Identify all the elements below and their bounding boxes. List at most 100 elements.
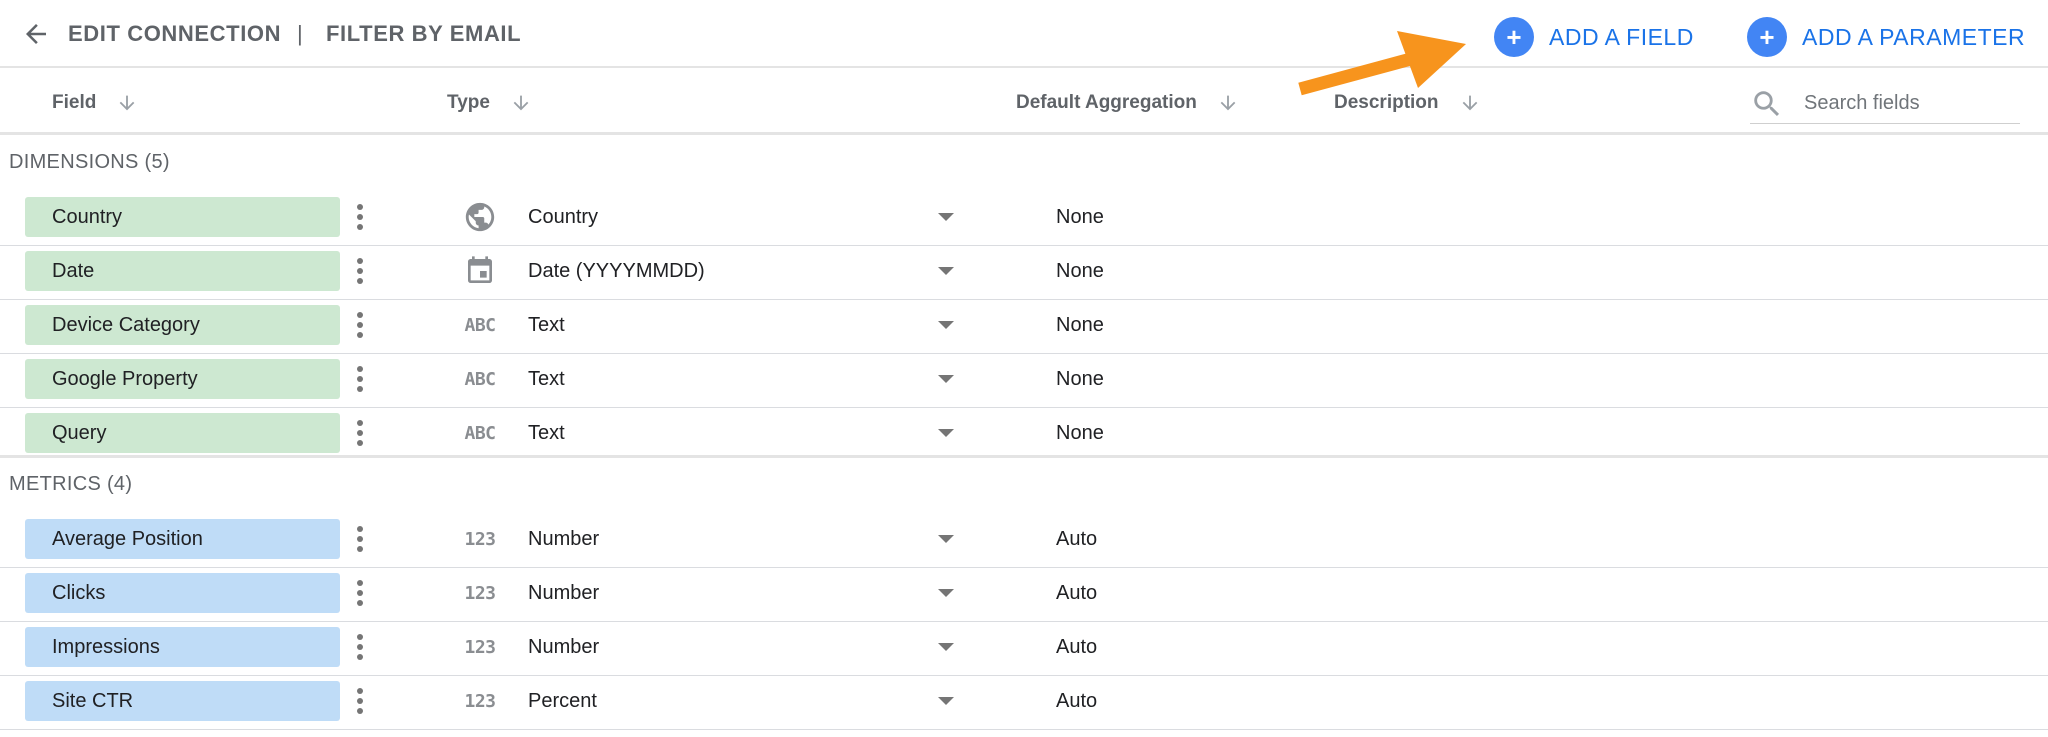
column-header-default-aggregation[interactable]: Default Aggregation [1016,92,1239,114]
column-header-label: Default Aggregation [1016,92,1197,113]
number-type-icon: 123 [464,636,496,658]
aggregation-value: Auto [1056,690,1098,712]
aggregation-value: Auto [1056,636,1098,658]
metric-row-clicks: Clicks 123 Number Auto [0,568,2048,622]
metric-row-impressions: Impressions 123 Number Auto [0,622,2048,676]
type-dropdown-value: Date (YYYYMMDD) [528,259,705,282]
arrow-drop-down-icon [938,267,954,275]
arrow-down-icon [116,92,138,114]
dimension-row-country: Country Country None [0,192,2048,246]
metric-row-average-position: Average Position 123 Number Auto [0,514,2048,568]
arrow-drop-down-icon [938,213,954,221]
arrow-drop-down-icon [938,535,954,543]
breadcrumb-edit-connection[interactable]: EDIT CONNECTION [68,20,281,48]
aggregation-value: Auto [1056,528,1098,550]
arrow-left-icon [26,24,46,44]
dimension-row-device-category: Device Category ABC Text None [0,300,2048,354]
aggregation-value: None [1056,260,1104,282]
more-vert-icon[interactable] [350,200,370,234]
column-header-label: Description [1334,92,1439,113]
more-vert-icon[interactable] [350,684,370,718]
add-field-label: ADD A FIELD [1549,23,1694,50]
column-header-type[interactable]: Type [447,92,532,114]
type-dropdown[interactable]: Percent [512,681,962,721]
type-dropdown[interactable]: Text [512,413,962,453]
more-vert-icon[interactable] [350,254,370,288]
plus-icon: + [1747,17,1787,57]
field-chip[interactable]: Date [25,251,340,291]
more-vert-icon[interactable] [350,576,370,610]
search-box [1750,84,2020,124]
field-chip[interactable]: Query [25,413,340,453]
column-header-field[interactable]: Field [52,92,138,114]
field-chip[interactable]: Impressions [25,627,340,667]
column-header-label: Field [52,92,97,113]
number-type-icon: 123 [464,582,496,604]
type-dropdown[interactable]: Text [512,359,962,399]
type-dropdown-value: Number [528,635,600,658]
column-header-label: Type [447,92,490,113]
dimensions-section-label: DIMENSIONS (5) [9,151,170,173]
type-dropdown[interactable]: Text [512,305,962,345]
aggregation-value: None [1056,206,1104,228]
more-vert-icon[interactable] [350,522,370,556]
type-dropdown-value: Number [528,527,600,550]
number-type-icon: 123 [464,690,496,712]
breadcrumb-data-source-name[interactable]: FILTER BY EMAIL [326,20,521,48]
back-button[interactable] [18,16,54,52]
aggregation-value: None [1056,368,1104,390]
type-dropdown-value: Text [528,313,565,336]
arrow-down-icon [510,92,532,114]
add-parameter-label: ADD A PARAMETER [1802,23,2026,50]
add-field-button[interactable]: + ADD A FIELD [1494,16,1694,58]
more-vert-icon[interactable] [350,308,370,342]
dimension-row-google-property: Google Property ABC Text None [0,354,2048,408]
metric-row-site-ctr: Site CTR 123 Percent Auto [0,676,2048,730]
metrics-section-label: METRICS (4) [9,473,133,495]
breadcrumb-separator: | [297,21,303,46]
dimension-row-date: Date Date (YYYYMMDD) None [0,246,2048,300]
type-dropdown-value: Number [528,581,600,604]
field-chip[interactable]: Country [25,197,340,237]
field-chip[interactable]: Google Property [25,359,340,399]
type-dropdown[interactable]: Number [512,519,962,559]
aggregation-value: None [1056,422,1104,444]
type-dropdown-value: Text [528,367,565,390]
aggregation-value: None [1056,314,1104,336]
text-type-icon: ABC [464,314,496,336]
field-chip[interactable]: Site CTR [25,681,340,721]
globe-icon [458,200,502,234]
aggregation-value: Auto [1056,582,1098,604]
arrow-down-icon [1459,92,1481,114]
field-chip[interactable]: Device Category [25,305,340,345]
arrow-drop-down-icon [938,375,954,383]
type-dropdown-value: Country [528,205,599,228]
text-type-icon: ABC [464,422,496,444]
type-dropdown[interactable]: Date (YYYYMMDD) [512,251,962,291]
type-dropdown[interactable]: Number [512,627,962,667]
calendar-icon [458,254,502,288]
arrow-drop-down-icon [938,643,954,651]
arrow-down-icon [1217,92,1239,114]
plus-icon: + [1494,17,1534,57]
column-header-row: Field Type Default Aggregation Descripti… [0,70,2048,135]
search-icon [1754,90,1780,116]
more-vert-icon[interactable] [350,416,370,450]
type-dropdown[interactable]: Country [512,197,962,237]
dimension-row-query: Query ABC Text None [0,408,2048,458]
type-dropdown-value: Text [528,421,565,444]
field-chip[interactable]: Average Position [25,519,340,559]
type-dropdown[interactable]: Number [512,573,962,613]
add-parameter-button[interactable]: + ADD A PARAMETER [1747,16,2025,58]
type-dropdown-value: Percent [528,689,597,712]
field-chip[interactable]: Clicks [25,573,340,613]
more-vert-icon[interactable] [350,630,370,664]
more-vert-icon[interactable] [350,362,370,396]
toolbar: EDIT CONNECTION | FILTER BY EMAIL + ADD … [0,0,2048,68]
arrow-drop-down-icon [938,589,954,597]
arrow-drop-down-icon [938,697,954,705]
arrow-drop-down-icon [938,429,954,437]
search-input[interactable] [1804,92,2004,115]
arrow-drop-down-icon [938,321,954,329]
column-header-description[interactable]: Description [1334,92,1481,114]
